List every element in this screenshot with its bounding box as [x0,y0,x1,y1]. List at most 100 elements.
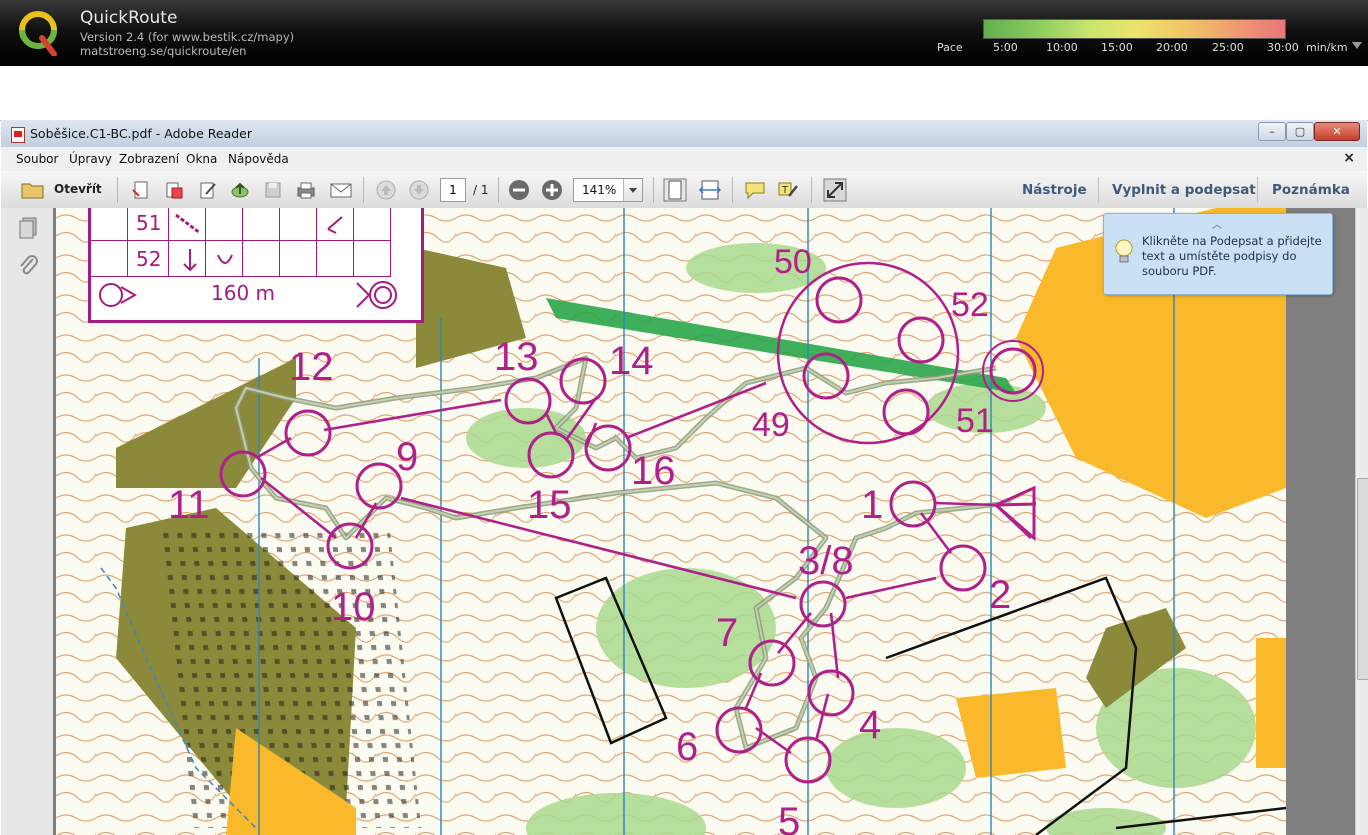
description-code: 51 [136,211,162,235]
fit-width-icon[interactable] [698,178,722,202]
fill-sign-link[interactable]: Vyplnit a podepsat [1112,182,1256,198]
pace-tick: 20:00 [1156,41,1188,54]
finish-distance: 160 m [211,281,276,305]
page-number-input[interactable]: 1 [440,178,466,202]
menu-bar: Soubor Úpravy Zobrazení Okna Nápověda × [1,147,1367,172]
menu-upravy[interactable]: Úpravy [69,152,112,166]
control-label: 14 [609,339,654,383]
zoom-value: 141% [582,183,617,197]
minimize-button[interactable]: – [1258,122,1286,141]
pace-tick: 10:00 [1046,41,1078,54]
navigation-panel [1,208,54,835]
pages-icon[interactable] [17,216,39,240]
description-code: 52 [136,247,162,271]
pace-tick: 30:00 [1267,41,1299,54]
pace-tick: 25:00 [1212,41,1244,54]
control-description-sheet: 51 52 160 m [88,208,424,323]
app-version: Version 2.4 (for www.bestik.cz/mapy) [80,30,295,44]
tools-link[interactable]: Nástroje [1022,182,1087,198]
save-icon[interactable] [263,180,283,200]
quickroute-header: QuickRoute Version 2.4 (for www.bestik.c… [0,0,1368,66]
corner-symbol-icon [327,216,343,234]
window-title-bar[interactable]: Soběšice.C1-BC.pdf - Adobe Reader – ▢ ✕ [1,120,1367,147]
toolbar-separator [1257,177,1258,203]
chevron-up-icon[interactable]: ︿ [1212,216,1222,231]
chevron-down-icon[interactable] [1352,42,1362,49]
zoom-out-icon[interactable] [508,179,530,201]
edit-icon[interactable] [198,180,218,200]
expand-icon[interactable] [823,178,847,202]
control-label: 52 [951,286,989,324]
depression-symbol-icon [217,254,233,264]
printer-icon[interactable] [296,180,316,200]
svg-text:T: T [781,185,789,196]
combine-icon[interactable] [164,180,184,200]
control-label: 51 [956,402,994,440]
control-label: 7 [716,611,738,655]
attachment-icon[interactable] [18,254,40,278]
control-label: 11 [168,483,210,527]
pace-unit: min/km [1306,41,1348,54]
toolbar-separator [117,177,118,203]
finish-double-circle-icon [356,281,397,309]
control-label: 10 [331,585,376,629]
page-total: / 1 [473,183,489,197]
control-label: 12 [289,345,334,389]
menu-soubor[interactable]: Soubor [16,152,58,166]
toolbar-separator [653,177,654,203]
lightbulb-icon [1115,239,1133,263]
toolbar-separator [811,177,812,203]
create-pdf-icon[interactable] [131,180,151,200]
next-page-icon[interactable] [409,180,429,200]
pdf-page: 1 2 3/8 4 5 6 7 9 10 11 12 13 14 15 16 4… [56,208,1286,835]
control-label: 9 [396,435,418,479]
tooltip-text: Klikněte na Podepsat a přidejte text a u… [1142,234,1322,278]
pace-tick: 5:00 [993,41,1018,54]
finish-symbol-icon [99,283,137,307]
folder-icon[interactable] [21,180,45,200]
close-document-icon[interactable]: × [1343,150,1355,166]
toolbar-separator [1098,177,1099,203]
control-label: 6 [676,725,698,769]
chevron-down-icon[interactable] [623,179,642,201]
window-title: Soběšice.C1-BC.pdf - Adobe Reader [30,126,253,141]
maximize-button[interactable]: ▢ [1286,122,1314,141]
open-button[interactable]: Otevřít [54,182,102,196]
fit-page-icon[interactable] [663,178,687,202]
control-label: 15 [527,483,572,527]
menu-zobrazeni[interactable]: Zobrazení [119,152,179,166]
document-view[interactable]: 1 2 3/8 4 5 6 7 9 10 11 12 13 14 15 16 4… [53,208,1355,835]
sign-hint-tooltip[interactable]: ︿ Klikněte na Podepsat a přidejte text a… [1103,213,1333,295]
blank-area [0,66,1368,121]
highlight-icon[interactable]: T [777,180,799,200]
close-button[interactable]: ✕ [1314,122,1360,141]
adobe-reader-window: Soběšice.C1-BC.pdf - Adobe Reader – ▢ ✕ … [1,120,1368,835]
zoom-select[interactable]: 141% [573,178,643,202]
control-label: 2 [989,573,1011,617]
menu-napoveda[interactable]: Nápověda [228,152,289,166]
comment-link[interactable]: Poznámka [1272,182,1350,198]
zoom-in-icon[interactable] [541,179,563,201]
pace-color-scale [983,19,1286,39]
control-label: 13 [494,335,539,379]
toolbar: Otevřít 1 / 1 141% T Nástroje Vyplnit a … [1,171,1367,209]
control-label: 16 [631,449,676,493]
control-label: 1 [861,483,883,527]
app-url: matstroeng.se/quickroute/en [80,44,247,58]
scrollbar-thumb[interactable] [1357,478,1368,680]
pdf-file-icon [11,127,25,143]
upload-icon[interactable] [230,180,250,200]
toolbar-separator [363,177,364,203]
menu-okna[interactable]: Okna [186,152,217,166]
speech-bubble-icon[interactable] [744,180,766,200]
vertical-scrollbar[interactable] [1355,208,1368,835]
email-icon[interactable] [329,180,353,200]
previous-page-icon[interactable] [376,180,396,200]
control-label: 49 [752,406,790,444]
app-title: QuickRoute [80,8,178,28]
fence-symbol-icon [175,213,201,235]
toolbar-separator [498,177,499,203]
pace-tick: 15:00 [1101,41,1133,54]
pace-label: Pace [937,41,963,54]
control-label: 50 [774,243,812,281]
